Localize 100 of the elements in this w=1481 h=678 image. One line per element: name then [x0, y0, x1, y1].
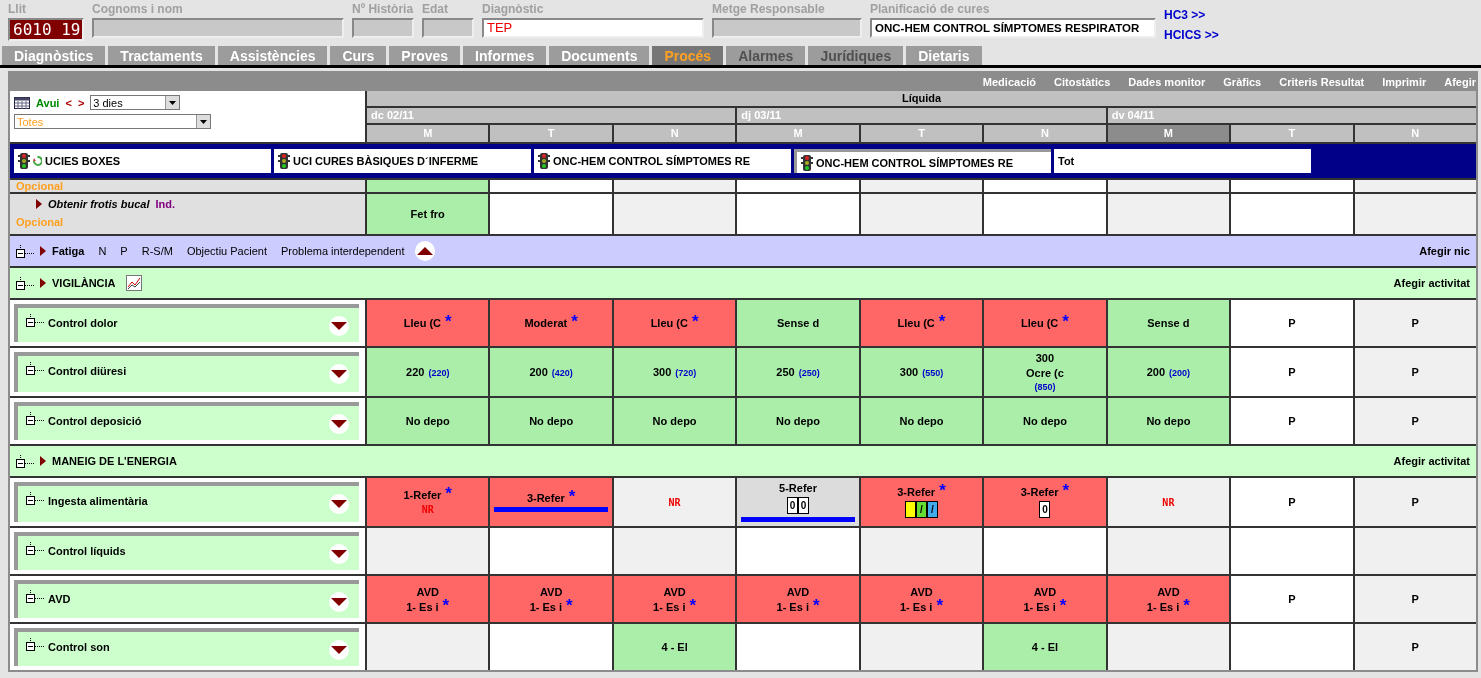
plan-tab[interactable]: UCI CURES BÀSIQUES D´INFERME — [274, 149, 531, 173]
grid-cell[interactable] — [1354, 180, 1476, 192]
grid-cell[interactable]: 300 (720) — [613, 348, 736, 396]
grid-cell[interactable] — [737, 528, 859, 574]
problem-option[interactable]: R-S/M — [141, 245, 173, 257]
caret-down-icon[interactable] — [329, 640, 349, 660]
plan-tab[interactable]: ONC-HEM CONTROL SÍMPTOMES RE — [794, 149, 1051, 173]
tree-collapse-icon[interactable] — [16, 454, 34, 468]
bed-field[interactable]: 6010 19 — [8, 18, 84, 41]
add-link[interactable]: Afegir activitat — [1393, 455, 1470, 467]
grid-cell[interactable]: 200 (200) — [1107, 348, 1230, 396]
grid-cell[interactable]: P — [1231, 398, 1353, 444]
grid-cell[interactable]: No depo — [1107, 398, 1230, 444]
grid-cell[interactable] — [1107, 194, 1230, 234]
grid-cell[interactable] — [1107, 624, 1230, 670]
caret-right-icon[interactable] — [40, 278, 46, 288]
problem-option[interactable]: Problema interdependent — [281, 245, 405, 257]
today-link[interactable]: Avui — [36, 96, 60, 109]
grid-cell[interactable]: No depo — [613, 398, 736, 444]
item-name[interactable]: Obtenir frotis bucal — [48, 198, 150, 210]
external-link[interactable]: HCICS >> — [1164, 28, 1219, 42]
grid-cell[interactable]: 250 (250) — [737, 348, 859, 396]
problem-option[interactable]: N — [98, 245, 107, 257]
grid-cell[interactable] — [490, 180, 612, 192]
group-name[interactable]: MANEIG DE L'ENERGIA — [52, 455, 177, 467]
grid-cell[interactable] — [984, 180, 1106, 192]
grid-cell[interactable] — [984, 528, 1106, 574]
problem-name[interactable]: Fatiga — [52, 245, 85, 257]
tree-collapse-icon[interactable] — [26, 412, 44, 425]
grid-cell[interactable]: 4 - El — [984, 624, 1106, 670]
grid-cell[interactable]: No depo — [367, 398, 489, 444]
grid-cell[interactable] — [860, 180, 983, 192]
history-field[interactable] — [352, 18, 414, 38]
diagnosis-field[interactable]: TEP — [482, 18, 704, 38]
grid-cell[interactable] — [860, 194, 983, 234]
group-name[interactable]: VIGILÀNCIA — [52, 277, 116, 289]
dropdown-arrow-icon[interactable] — [200, 119, 207, 124]
problem-option[interactable]: Objectiu Pacient — [186, 245, 267, 257]
chart-icon[interactable] — [125, 275, 142, 291]
activity-name[interactable]: Control diüresi — [48, 362, 127, 377]
grid-cell[interactable]: 3-Refer * — [490, 478, 612, 526]
caret-down-icon[interactable] — [329, 494, 349, 514]
calendar-icon[interactable] — [14, 96, 30, 109]
grid-cell[interactable]: NR — [613, 478, 736, 526]
grid-cell[interactable]: 3-Refer * / / — [860, 478, 983, 526]
tree-collapse-icon[interactable] — [26, 542, 44, 555]
grid-cell[interactable] — [1354, 194, 1476, 234]
grid-cell[interactable] — [367, 528, 489, 574]
grid-cell[interactable]: No depo — [490, 398, 612, 444]
grid-cell[interactable]: P — [1354, 478, 1476, 526]
range-dropdown[interactable]: 3 dies — [90, 95, 181, 110]
add-link[interactable]: Afegir activitat — [1393, 277, 1470, 289]
grid-cell[interactable]: AVD 1- Es i * — [860, 576, 983, 622]
grid-cell[interactable]: Sense d — [737, 300, 859, 346]
activity-name[interactable]: Control son — [48, 638, 110, 653]
grid-cell[interactable] — [860, 528, 983, 574]
caret-down-icon[interactable] — [329, 316, 349, 336]
grid-cell[interactable]: 3-Refer * 0 — [984, 478, 1106, 526]
caret-down-icon[interactable] — [329, 414, 349, 434]
grid-cell[interactable] — [737, 624, 859, 670]
grid-cell[interactable] — [1107, 180, 1230, 192]
grid-cell[interactable]: Sense d — [1107, 300, 1230, 346]
grid-cell[interactable]: AVD 1- Es i * — [367, 576, 489, 622]
tree-collapse-icon[interactable] — [26, 492, 44, 505]
doctor-field[interactable] — [712, 18, 862, 38]
grid-cell[interactable] — [1231, 194, 1353, 234]
grid-cell[interactable]: AVD 1- Es i * — [613, 576, 736, 622]
grid-cell[interactable] — [737, 180, 859, 192]
grid-cell[interactable]: AVD 1- Es i * — [490, 576, 612, 622]
plan-tab[interactable]: ONC-HEM CONTROL SÍMPTOMES RE — [534, 149, 791, 173]
grid-cell[interactable]: Moderat * — [490, 300, 612, 346]
grid-cell[interactable]: P — [1231, 576, 1353, 622]
care-plan-field[interactable]: ONC-HEM CONTROL SÍMPTOMES RESPIRATOR — [870, 18, 1156, 38]
grid-cell[interactable] — [860, 624, 983, 670]
grid-cell[interactable]: P — [1231, 478, 1353, 526]
grid-cell[interactable]: 4 - El — [613, 624, 736, 670]
grid-cell[interactable] — [367, 180, 489, 192]
grid-cell[interactable]: P — [1354, 624, 1476, 670]
grid-cell[interactable]: Lleu (C * — [367, 300, 489, 346]
grid-cell[interactable]: 1-Refer * NR — [367, 478, 489, 526]
grid-cell[interactable] — [490, 194, 612, 234]
age-field[interactable] — [422, 18, 474, 38]
grid-cell[interactable] — [613, 528, 736, 574]
grid-cell[interactable]: No depo — [737, 398, 859, 444]
grid-cell[interactable] — [1107, 528, 1230, 574]
grid-cell[interactable]: 5-Refer 0 0 — [737, 478, 859, 526]
caret-down-icon[interactable] — [329, 544, 349, 564]
tree-collapse-icon[interactable] — [26, 638, 44, 651]
external-link[interactable]: HC3 >> — [1164, 8, 1219, 22]
plan-tab[interactable]: UCIES BOXES — [14, 149, 271, 173]
grid-cell[interactable]: 300 Ocre (c (850) — [984, 348, 1106, 396]
activity-name[interactable]: Control deposició — [48, 412, 142, 427]
tree-collapse-icon[interactable] — [16, 244, 34, 258]
grid-cell[interactable]: Lleu (C * — [613, 300, 736, 346]
caret-right-icon[interactable] — [36, 199, 42, 209]
grid-cell[interactable]: Fet fro — [367, 194, 489, 234]
grid-cell[interactable]: P — [1231, 348, 1353, 396]
name-field[interactable] — [92, 18, 344, 38]
next-link[interactable]: > — [77, 96, 85, 109]
grid-cell[interactable]: 200 (420) — [490, 348, 612, 396]
